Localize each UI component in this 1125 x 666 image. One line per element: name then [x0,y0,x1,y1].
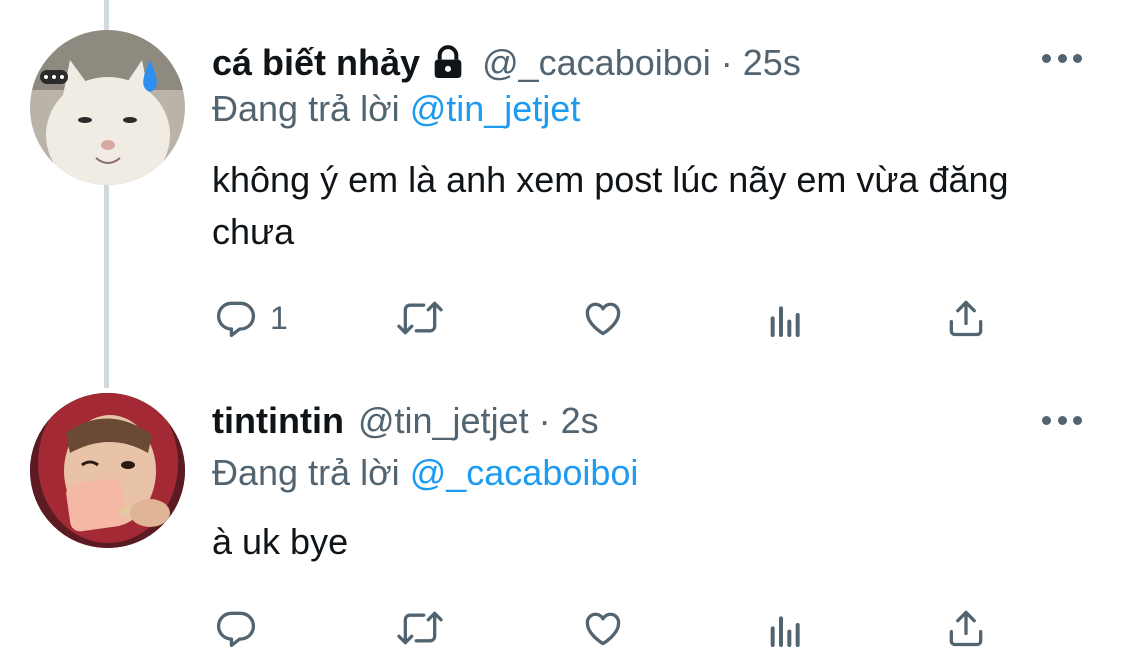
separator: · [538,400,551,441]
timestamp[interactable]: 2s [561,400,599,442]
reply-icon [214,296,258,340]
share-button[interactable] [944,296,988,340]
separator: · [720,42,733,83]
more-icon[interactable] [1042,48,1082,68]
share-icon [944,606,988,650]
share-button[interactable] [944,606,988,650]
like-icon [580,296,626,340]
tweet-text: không ý em là anh xem post lúc nãy em vừ… [212,159,1009,252]
reply-mention-link[interactable]: @tin_jetjet [410,88,581,129]
retweet-button[interactable] [394,296,446,340]
handle[interactable]: @tin_jetjet [358,400,529,442]
avatar[interactable] [30,393,185,548]
replying-to-label: Đang trả lời [212,88,400,129]
retweet-icon [394,296,446,340]
views-icon [766,610,806,650]
tweet-header: cá biết nhảy @_cacaboiboi · 25s [212,42,801,84]
retweet-button[interactable] [394,606,446,650]
replying-to: Đang trả lời @_cacaboiboi [212,452,638,494]
handle[interactable]: @_cacaboiboi [482,42,711,84]
views-icon [766,300,806,340]
display-name[interactable]: tintintin [212,400,344,442]
avatar[interactable] [30,30,185,185]
like-button[interactable] [580,296,626,340]
tweet-header: tintintin @tin_jetjet · 2s [212,400,599,442]
reply-count: 1 [270,299,288,336]
timestamp[interactable]: 25s [743,42,801,84]
lock-icon [428,43,468,83]
like-button[interactable] [580,606,626,650]
more-icon[interactable] [1042,410,1082,430]
display-name[interactable]: cá biết nhảy [212,42,420,84]
reply-button[interactable] [214,606,270,650]
reply-icon [214,606,258,650]
reply-mention-link[interactable]: @_cacaboiboi [410,452,639,493]
replying-to: Đang trả lời @tin_jetjet [212,88,580,130]
share-icon [944,296,988,340]
tweet-text: à uk bye [212,521,349,562]
views-button[interactable] [766,610,806,650]
reply-button[interactable]: 1 [214,296,288,340]
replying-to-label: Đang trả lời [212,452,400,493]
views-button[interactable] [766,300,806,340]
like-icon [580,606,626,650]
retweet-icon [394,606,446,650]
